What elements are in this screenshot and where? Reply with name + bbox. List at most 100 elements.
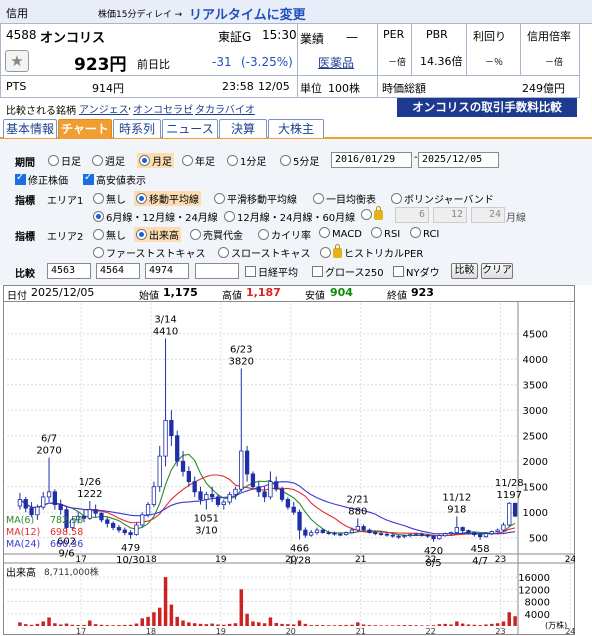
nikkei-checkbox[interactable]: 日経平均 bbox=[245, 264, 298, 279]
date-from-input[interactable]: 2016/01/29 bbox=[331, 152, 412, 168]
area1-ichimoku[interactable]: 一目均衡表 bbox=[313, 191, 376, 206]
radio-icon bbox=[190, 229, 201, 240]
ma24-label: MA(24) bbox=[6, 539, 41, 550]
y-tick-label: 1500 bbox=[523, 483, 548, 494]
compare-link-3[interactable]: タカラバイオ bbox=[195, 101, 255, 116]
radio-icon bbox=[258, 229, 269, 240]
favorite-star-button[interactable]: ★ bbox=[5, 50, 29, 72]
compare-code-2[interactable]: 4564 bbox=[96, 263, 140, 279]
yield-value: －％ bbox=[485, 58, 504, 68]
area1-bollinger[interactable]: ボリンジャーバンド bbox=[391, 191, 494, 206]
period-1min[interactable]: 1分足 bbox=[227, 153, 266, 168]
area2-deviation[interactable]: カイリ率 bbox=[258, 227, 311, 242]
clear-button[interactable]: クリア bbox=[481, 263, 513, 279]
checkbox-checked-icon bbox=[83, 172, 94, 185]
area2-fast-stoch[interactable]: ファーストストキャス bbox=[93, 245, 206, 260]
info-high: 1,187 bbox=[246, 286, 281, 299]
candle-body bbox=[431, 535, 436, 540]
candle-body bbox=[402, 535, 407, 538]
ma-set-6-12-24[interactable]: 6月線・12月線・24月線 bbox=[93, 209, 218, 224]
tab-timeseries[interactable]: 時系列 bbox=[113, 119, 161, 138]
y-tick-label: 500 bbox=[529, 534, 548, 545]
fee-compare-banner[interactable]: オンコリスの取引手数料比較 bbox=[397, 98, 577, 117]
area2-rsi[interactable]: RSI bbox=[371, 227, 400, 240]
period-monthly[interactable]: 月足 bbox=[137, 153, 174, 168]
area1-ema[interactable]: 平滑移動平均線 bbox=[214, 191, 297, 206]
annotation-price: 880 bbox=[348, 506, 367, 517]
ma-custom-2[interactable]: 12 bbox=[433, 207, 467, 223]
date-to-input[interactable]: 2025/12/05 bbox=[418, 152, 499, 168]
tab-news[interactable]: ニュース bbox=[162, 119, 218, 138]
compare-code-1[interactable]: 4563 bbox=[47, 263, 91, 279]
area1-sma[interactable]: 移動平均線 bbox=[134, 191, 201, 206]
radio-icon bbox=[319, 227, 330, 238]
nydow-checkbox[interactable]: NYダウ bbox=[393, 264, 440, 279]
area2-none[interactable]: 無し bbox=[93, 227, 126, 242]
pts-time: 23:58 bbox=[222, 80, 254, 93]
info-date: 2025/12/05 bbox=[31, 286, 95, 299]
ma-custom-3[interactable]: 24 bbox=[471, 207, 505, 223]
area2-turnover[interactable]: 売買代金 bbox=[190, 227, 243, 242]
price-chart[interactable]: 6/720706029/61/26122247910/303/144410105… bbox=[3, 301, 575, 635]
volume-bar bbox=[239, 589, 244, 626]
area2-volume-label: 出来高 bbox=[149, 231, 179, 242]
area1-none[interactable]: 無し bbox=[93, 191, 126, 206]
ma-custom-option[interactable] bbox=[361, 206, 385, 222]
period-yearly[interactable]: 年足 bbox=[182, 153, 215, 168]
candle-body bbox=[233, 488, 238, 495]
compare-button[interactable]: 比較 bbox=[451, 263, 478, 279]
y-tick-label: 1000 bbox=[523, 508, 548, 519]
candle-body bbox=[210, 493, 215, 498]
ma-set-12-24-60[interactable]: 12月線・24月線・60月線 bbox=[224, 209, 355, 224]
tab-chart[interactable]: チャート bbox=[58, 119, 112, 138]
area2-rci-label: RCI bbox=[423, 229, 440, 240]
delay-note: 株価15分ディレイ → bbox=[98, 10, 183, 20]
candle-body bbox=[215, 496, 221, 505]
candle-body bbox=[151, 486, 157, 505]
period-weekly-label: 週足 bbox=[105, 157, 125, 168]
ma12-legend: MA(12) bbox=[6, 527, 40, 538]
realtime-link[interactable]: リアルタイムに変更 bbox=[189, 4, 306, 23]
candle-body bbox=[454, 527, 459, 534]
area2-hist-per[interactable]: ヒストリカルPER bbox=[320, 244, 423, 260]
radio-icon bbox=[48, 155, 59, 166]
period-daily[interactable]: 日足 bbox=[48, 153, 81, 168]
nydow-label: NYダウ bbox=[406, 268, 440, 279]
compare-link-1[interactable]: アンジェス bbox=[79, 101, 129, 116]
y-tick-label: 3500 bbox=[523, 381, 548, 392]
margin-ratio-label: 信用倍率 bbox=[527, 30, 571, 43]
sector-link[interactable]: 医薬品 bbox=[318, 54, 354, 71]
candle-body bbox=[448, 532, 454, 535]
info-open: 1,175 bbox=[163, 286, 198, 299]
y-tick-label: 4000 bbox=[523, 355, 548, 366]
period-weekly[interactable]: 週足 bbox=[92, 153, 125, 168]
area2-volume[interactable]: 出来高 bbox=[134, 227, 181, 242]
compare-code-3[interactable]: 4974 bbox=[145, 263, 189, 279]
annotation-date: 10/30 bbox=[116, 555, 145, 566]
candle-body bbox=[495, 529, 500, 532]
ma-unit-label: 月線 bbox=[506, 213, 526, 224]
area2-rsi-label: RSI bbox=[384, 229, 401, 240]
volume-bar bbox=[274, 622, 278, 626]
candle-body bbox=[419, 533, 425, 536]
adjusted-price-checkbox[interactable]: 修正株価 bbox=[15, 172, 68, 187]
hilo-checkbox[interactable]: 高安値表示 bbox=[83, 172, 146, 187]
growth-checkbox[interactable]: グロース250 bbox=[312, 264, 384, 279]
x-tick-label: 20 bbox=[286, 627, 296, 635]
area2-macd[interactable]: MACD bbox=[319, 227, 362, 240]
ma-custom-1[interactable]: 6 bbox=[395, 207, 429, 223]
volume-bar bbox=[163, 577, 168, 626]
compare-link-2[interactable]: オンコセラピ bbox=[133, 101, 193, 116]
hilo-label: 高安値表示 bbox=[96, 176, 146, 187]
tab-major-holders[interactable]: 大株主 bbox=[268, 119, 324, 138]
radio-selected-icon bbox=[136, 229, 147, 240]
candle-body bbox=[180, 460, 186, 472]
tab-basic-info[interactable]: 基本情報 bbox=[3, 119, 57, 138]
volume-bar bbox=[321, 625, 325, 626]
area2-rci[interactable]: RCI bbox=[410, 227, 439, 240]
area2-slow-stoch[interactable]: スローストキャス bbox=[218, 245, 311, 260]
period-5min[interactable]: 5分足 bbox=[280, 153, 319, 168]
compare-code-4[interactable] bbox=[195, 263, 239, 279]
tab-earnings[interactable]: 決算 bbox=[219, 119, 267, 138]
yield-label: 利回り bbox=[473, 30, 506, 43]
